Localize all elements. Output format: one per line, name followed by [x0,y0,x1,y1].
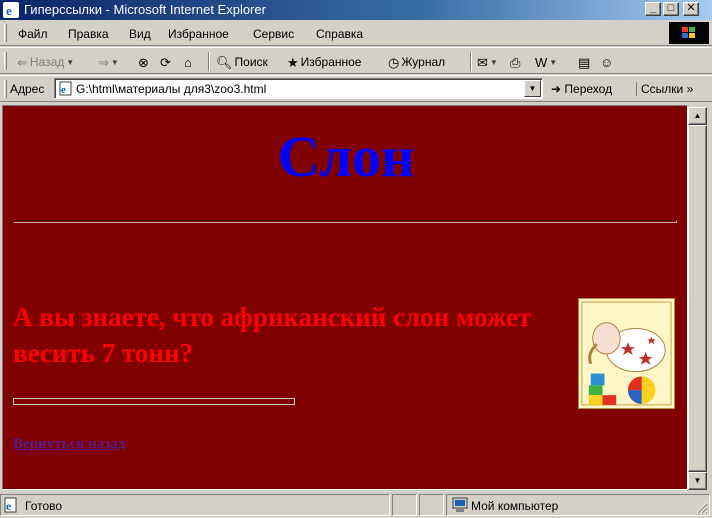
arrow-down-icon: ▼ [693,476,702,485]
links-label: Ссылки [641,82,684,96]
menu-view[interactable]: Вид [129,27,151,41]
vertical-scrollbar[interactable]: ▲ ▼ [688,107,707,490]
print-icon: ⎙ [510,54,521,70]
my-computer-icon [452,497,468,512]
zone-text: Мой компьютер [471,499,559,513]
scroll-thumb[interactable] [688,125,707,472]
menu-edit[interactable]: Правка [68,27,109,41]
title-bar: e Гиперссылки - Microsoft Internet Explo… [0,0,712,20]
address-url: G:\html\материалы для3\zoo3.html [76,82,267,96]
status-panel: e Готово [0,494,390,516]
page-icon: e [59,81,72,96]
refresh-icon: ⟳ [160,54,171,70]
back-link[interactable]: Вернуться назад [13,436,125,453]
forward-arrow-icon: ⇒ [98,54,109,70]
svg-text:e: e [6,499,12,513]
resize-grip-icon[interactable] [696,502,708,514]
scroll-down-button[interactable]: ▼ [688,472,707,490]
status-panel-empty [392,494,417,516]
refresh-button[interactable]: ⟳ [160,53,171,71]
home-button[interactable]: ⌂ [184,53,192,71]
horizontal-rule [13,220,677,223]
fact-text: А вы знаете, что африканский слон может … [13,302,532,368]
address-bar: Адрес e G:\html\материалы для3\zoo3.html… [0,75,712,102]
forward-button[interactable]: ⇒ ▼ [98,53,119,71]
favorites-button[interactable]: ★ Избранное [287,53,361,71]
chevron-right-icon: » [686,82,694,96]
menu-favorites[interactable]: Избранное [168,27,229,41]
chevron-down-icon: ▼ [66,57,75,67]
elephant-toy-icon [578,298,675,409]
chevron-down-icon: ▼ [110,57,119,67]
windows-flag-icon [682,27,695,39]
go-button[interactable]: ➜ Переход [551,82,612,96]
minimize-button[interactable]: _ [645,2,661,16]
address-input[interactable]: e G:\html\материалы для3\zoo3.html ▼ [54,78,543,99]
page-title: Слон [277,124,415,189]
history-icon: ◷ [388,54,400,70]
mail-button[interactable]: ✉ ▼ [477,53,498,71]
print-button[interactable]: ⎙ [510,53,520,71]
scroll-up-button[interactable]: ▲ [688,107,707,125]
chevron-down-icon: ▼ [528,84,537,93]
mail-icon: ✉ [477,54,488,70]
address-grip[interactable] [4,80,7,98]
edit-button[interactable]: W ▼ [535,53,557,71]
back-arrow-icon: ⇐ [17,54,28,70]
svg-text:e: e [61,84,66,96]
menu-file[interactable]: Файл [18,27,48,41]
minimize-icon: _ [649,2,657,14]
menu-grip[interactable] [4,24,7,42]
menu-tools[interactable]: Сервис [253,27,294,41]
stop-icon: ⊗ [138,54,149,70]
back-label: Назад [29,55,65,69]
go-arrow-icon: ➜ [551,82,562,96]
toolbar-separator [470,52,472,71]
home-icon: ⌂ [184,54,192,70]
toolbar-grip[interactable] [4,52,7,70]
favorites-label: Избранное [300,55,362,69]
word-edit-icon: W [535,54,548,70]
address-label: Адрес [10,82,45,96]
favorites-icon: ★ [287,54,299,70]
status-text: Готово [25,499,63,513]
discuss-button[interactable]: ▤ [578,53,590,71]
window-title: Гиперссылки - Microsoft Internet Explore… [24,2,266,17]
close-button[interactable]: ✕ [683,2,699,16]
search-button[interactable]: 🔍︎ Поиск [216,53,268,71]
go-label: Переход [564,82,613,96]
status-panel-empty [419,494,444,516]
search-label: Поиск [234,55,268,69]
messenger-icon: ☺ [600,54,614,70]
svg-text:e: e [6,3,12,18]
address-dropdown-button[interactable]: ▼ [524,80,541,97]
page-loaded-icon: e [4,497,17,513]
arrow-up-icon: ▲ [693,111,702,120]
history-button[interactable]: ◷ Журнал [388,53,445,71]
status-bar: e Готово Мой компьютер [0,492,712,518]
horizontal-rule-short [13,398,295,405]
standard-toolbar: ⇐ Назад ▼ ⇒ ▼ ⊗ ⟳ ⌂ 🔍︎ Поиск ★ Избранное… [0,47,712,74]
back-button[interactable]: ⇐ Назад ▼ [17,53,74,71]
page-viewport: Слон А вы знаете, что африканский слон м… [2,105,688,490]
search-icon: 🔍︎ [216,54,233,70]
stop-button[interactable]: ⊗ [138,53,149,71]
windows-logo [669,22,709,44]
discuss-icon: ▤ [578,54,591,70]
toolbar-separator [208,52,210,71]
maximize-icon: □ [667,2,675,14]
ie-icon: e [3,2,19,18]
menu-bar: Файл Правка Вид Избранное Сервис Справка [0,20,712,46]
chevron-down-icon: ▼ [489,57,498,67]
close-icon: ✕ [686,2,696,14]
messenger-button[interactable]: ☺ [600,53,613,71]
zone-panel: Мой компьютер [446,494,710,516]
maximize-button[interactable]: □ [663,2,679,16]
chevron-down-icon: ▼ [549,57,558,67]
links-button[interactable]: Ссылки » [636,82,693,96]
history-label: Журнал [401,55,446,69]
menu-help[interactable]: Справка [316,27,363,41]
